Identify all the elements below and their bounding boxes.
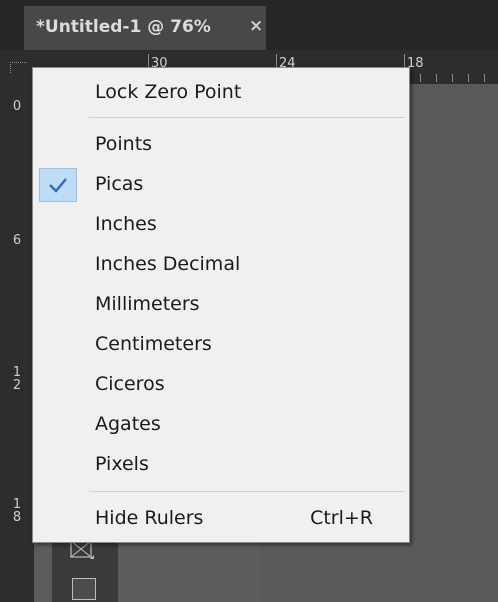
menu-item-label: Ciceros [95, 373, 165, 395]
close-icon[interactable]: × [249, 16, 263, 36]
menu-separator [89, 491, 405, 492]
ruler-tick [484, 74, 485, 82]
ruler-tick [436, 74, 437, 82]
menu-item-shortcut: Ctrl+R [310, 507, 373, 529]
menu-item-label: Picas [95, 173, 144, 195]
rectangle-frame-tool-icon[interactable] [70, 540, 94, 560]
menu-item-agates[interactable]: Agates [33, 408, 409, 440]
menu-item-label: Pixels [95, 453, 149, 475]
ruler-origin-corner[interactable] [0, 50, 34, 84]
ruler-label: 1 8 [12, 497, 22, 525]
document-tab-bar: *Untitled-1 @ 76% × [0, 0, 498, 50]
menu-item-label: Centimeters [95, 333, 212, 355]
ruler-label: 1 2 [12, 365, 22, 393]
ruler-tick [452, 74, 453, 82]
ruler-label: 6 [12, 233, 22, 248]
menu-item-label: Hide Rulers [95, 507, 204, 529]
ruler-tick [468, 74, 469, 82]
menu-item-pixels[interactable]: Pixels [33, 448, 409, 480]
menu-item-label: Inches [95, 213, 157, 235]
menu-item-ciceros[interactable]: Ciceros [33, 368, 409, 400]
menu-item-millimeters[interactable]: Millimeters [33, 288, 409, 320]
menu-item-picas[interactable]: Picas [33, 168, 409, 200]
document-tab[interactable]: *Untitled-1 @ 76% × [24, 6, 266, 50]
menu-item-inches-decimal[interactable]: Inches Decimal [33, 248, 409, 280]
menu-item-label: Agates [95, 413, 161, 435]
menu-item-inches[interactable]: Inches [33, 208, 409, 240]
menu-item-label: Millimeters [95, 293, 200, 315]
ruler-tick [420, 74, 421, 82]
menu-item-label: Lock Zero Point [95, 81, 242, 103]
ruler-units-context-menu: Lock Zero Point Points Picas Inches Inch… [32, 67, 410, 543]
menu-item-points[interactable]: Points [33, 128, 409, 160]
menu-item-lock-zero-point[interactable]: Lock Zero Point [33, 76, 409, 108]
menu-item-label: Points [95, 133, 153, 155]
menu-item-centimeters[interactable]: Centimeters [33, 328, 409, 360]
document-tab-title: *Untitled-1 @ 76% [36, 17, 211, 37]
rectangle-tool-icon[interactable] [72, 578, 96, 600]
menu-item-label: Inches Decimal [95, 253, 241, 275]
menu-separator [89, 117, 405, 118]
ruler-label: 0 [12, 99, 22, 114]
menu-item-hide-rulers[interactable]: Hide Rulers Ctrl+R [33, 502, 409, 534]
ruler-origin-icon [10, 62, 27, 73]
